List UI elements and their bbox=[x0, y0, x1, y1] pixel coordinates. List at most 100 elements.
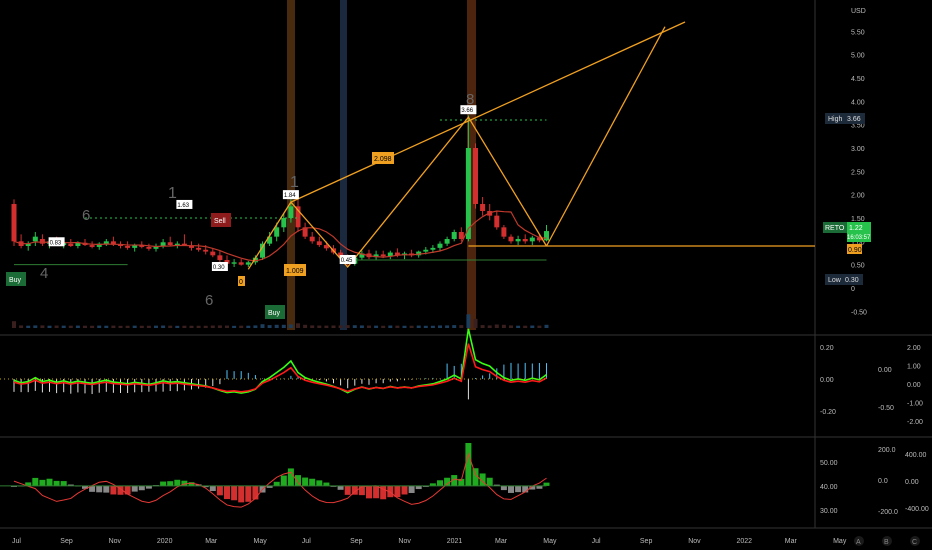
volume-bar bbox=[54, 325, 59, 328]
volume-bar bbox=[530, 325, 535, 328]
volume-bar bbox=[288, 324, 293, 328]
volume-bar bbox=[466, 314, 471, 328]
macd-right-tick-label: 0.00 bbox=[907, 382, 921, 389]
candle-body bbox=[380, 254, 386, 257]
low-tag-value: 0.30 bbox=[845, 277, 859, 284]
oscillator-bar bbox=[60, 481, 67, 486]
volume-bar bbox=[210, 325, 215, 328]
price-tick-label: 2.00 bbox=[851, 193, 865, 200]
oscillator-bar bbox=[508, 485, 514, 493]
fib-label-3-text: 0 bbox=[239, 279, 243, 286]
candle-body bbox=[203, 249, 209, 252]
count-label-2: 1 bbox=[290, 174, 299, 191]
candle-body bbox=[146, 246, 152, 249]
volume-bar bbox=[509, 325, 513, 328]
price-tick-label: -0.50 bbox=[851, 309, 867, 316]
time-axis-label: Jul bbox=[12, 538, 21, 545]
volume-bar bbox=[12, 321, 16, 328]
candle-body bbox=[167, 242, 173, 246]
volume-bar bbox=[61, 325, 66, 328]
time-axis-label: Jul bbox=[592, 538, 601, 545]
oscillator-bar bbox=[486, 477, 493, 486]
buy-signal-1-label: Buy bbox=[9, 277, 22, 284]
volume-bar bbox=[487, 325, 492, 328]
volume-bar bbox=[310, 325, 315, 328]
volume-bar bbox=[217, 325, 222, 328]
volume-bar bbox=[501, 324, 506, 328]
volume-bar bbox=[374, 325, 379, 328]
footer-button-b-label: B bbox=[884, 539, 889, 546]
macd-right-tick-label: 1.00 bbox=[907, 364, 921, 371]
oscillator-bar bbox=[366, 485, 372, 499]
time-axis-label: 2020 bbox=[157, 538, 173, 545]
candle-body bbox=[522, 239, 528, 242]
time-axis-label: 2022 bbox=[737, 538, 753, 545]
volume-bar bbox=[338, 325, 343, 328]
sell-signal-label: Sell bbox=[214, 218, 226, 225]
oscillator-bar bbox=[174, 479, 181, 486]
count-label-6: 8 bbox=[466, 91, 474, 108]
volume-bar bbox=[402, 325, 407, 328]
macd-right-tick-label: 2.00 bbox=[907, 345, 921, 352]
candle-body bbox=[544, 231, 549, 241]
time-axis-label: 2021 bbox=[447, 538, 463, 545]
price-tick-label: 0.50 bbox=[851, 263, 865, 270]
oscillator-bar bbox=[209, 485, 216, 492]
oscillator-bar bbox=[110, 485, 117, 495]
volume-bar bbox=[416, 325, 421, 328]
volume-bar bbox=[324, 325, 329, 328]
volume-bar bbox=[189, 325, 194, 328]
count-label-5: 6 bbox=[205, 292, 213, 309]
oscillator-bar bbox=[252, 485, 259, 500]
high-tag-label: High bbox=[828, 116, 843, 123]
oscillator-bar bbox=[96, 485, 103, 493]
volume-bar bbox=[544, 324, 549, 328]
volume-bar bbox=[331, 325, 336, 328]
volume-bar bbox=[537, 325, 542, 328]
macd-tick-label: 0.00 bbox=[820, 377, 834, 384]
candle-body bbox=[89, 245, 95, 247]
oscillator-bar bbox=[160, 481, 167, 486]
oscillator-mid-tick-label: -200.0 bbox=[878, 509, 898, 516]
candle-body bbox=[103, 241, 109, 244]
volume-bar bbox=[196, 325, 201, 328]
volume-bar bbox=[409, 325, 414, 328]
candle-body bbox=[473, 148, 478, 204]
price-tick-label: 5.50 bbox=[851, 29, 865, 36]
time-axis-label: Mar bbox=[205, 538, 218, 545]
price-tick-label: 0 bbox=[851, 286, 855, 293]
price-tick-label: 5.00 bbox=[851, 53, 865, 60]
candle-body bbox=[68, 243, 74, 246]
candle-body bbox=[508, 236, 514, 242]
candle-body bbox=[281, 218, 287, 228]
volume-bar bbox=[168, 325, 173, 328]
highlight-column-2 bbox=[340, 0, 347, 330]
oscillator-tick-label: 30.00 bbox=[820, 508, 838, 515]
fib-label-1-text: 2.098 bbox=[374, 156, 392, 163]
macd-tick-label: 0.20 bbox=[820, 345, 834, 352]
candle-body bbox=[501, 227, 507, 237]
volume-bar bbox=[260, 324, 265, 328]
marker-label: 0.45 bbox=[341, 258, 353, 264]
oscillator-bar bbox=[316, 480, 323, 486]
oscillator-bar bbox=[408, 485, 415, 493]
time-axis-label: Jul bbox=[302, 538, 311, 545]
candle-body bbox=[274, 227, 280, 237]
volume-bar bbox=[111, 325, 116, 328]
volume-bar bbox=[146, 325, 151, 328]
candle-body bbox=[210, 251, 216, 256]
oscillator-bar bbox=[309, 478, 316, 486]
volume-bar bbox=[26, 325, 31, 328]
volume-bar bbox=[445, 325, 450, 328]
oscillator-bar bbox=[373, 485, 380, 499]
candle-body bbox=[309, 236, 315, 242]
last-price-value: 1.22 bbox=[849, 225, 863, 232]
candle-body bbox=[39, 239, 45, 244]
high-tag-value: 3.66 bbox=[847, 116, 861, 123]
candle-body bbox=[125, 246, 131, 248]
volume-bar bbox=[296, 323, 300, 328]
oscillator-tick-label: 40.00 bbox=[820, 484, 838, 491]
candle-body bbox=[11, 204, 17, 242]
oscillator-bar bbox=[224, 485, 230, 500]
time-axis-label: May bbox=[833, 538, 847, 545]
